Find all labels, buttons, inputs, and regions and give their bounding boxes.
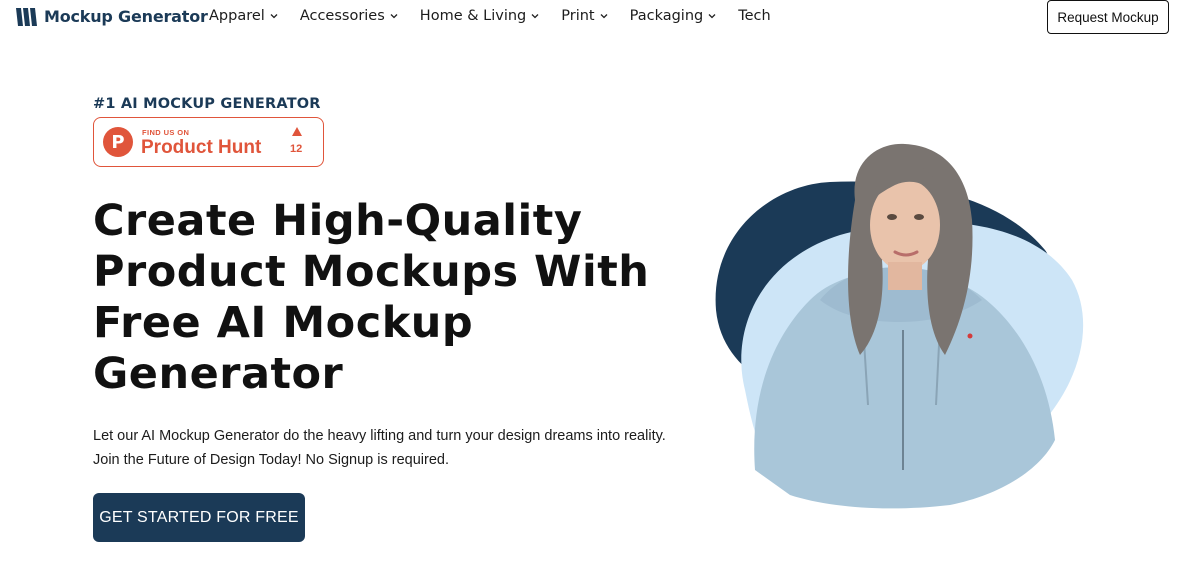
- chevron-down-icon: [531, 14, 539, 19]
- hero-image: [715, 143, 1084, 509]
- stripes-logo-icon: [16, 7, 37, 26]
- headline-line: Product Mockups With: [93, 247, 650, 297]
- nav-item-home-living[interactable]: Home & Living: [420, 8, 539, 24]
- chevron-down-icon: [390, 14, 398, 19]
- main-menu: Apparel Accessories Home & Living Print …: [209, 8, 793, 24]
- hero-subtext: Let our AI Mockup Generator do the heavy…: [93, 424, 693, 472]
- nav-item-label: Print: [561, 8, 595, 24]
- nav-item-apparel[interactable]: Apparel: [209, 8, 278, 24]
- nav-item-print[interactable]: Print: [561, 8, 608, 24]
- headline-line: Generator: [93, 349, 344, 399]
- product-hunt-name: Product Hunt: [141, 137, 262, 158]
- subtext-line: Let our AI Mockup Generator do the heavy…: [93, 428, 666, 444]
- headline-line: Create High-Quality: [93, 196, 583, 246]
- brand-name: Mockup Generator: [44, 7, 208, 26]
- nav-item-label: Apparel: [209, 8, 265, 24]
- top-nav: Mockup Generator Apparel Accessories Hom…: [0, 0, 1200, 36]
- nav-item-tech[interactable]: Tech: [738, 8, 770, 24]
- nav-item-label: Packaging: [629, 8, 704, 24]
- product-hunt-badge[interactable]: P FIND US ON Product Hunt 12: [93, 117, 324, 167]
- nav-item-label: Tech: [738, 8, 771, 24]
- get-started-button[interactable]: GET STARTED FOR FREE: [93, 493, 305, 542]
- request-mockup-button[interactable]: Request Mockup: [1047, 0, 1169, 34]
- upvote-arrow-icon: [292, 127, 302, 136]
- brand-logo[interactable]: Mockup Generator: [16, 7, 208, 26]
- hero-tagline: #1 AI MOCKUP GENERATOR: [93, 96, 321, 112]
- product-hunt-find-us: FIND US ON: [142, 128, 190, 137]
- nav-item-accessories[interactable]: Accessories: [300, 8, 398, 24]
- hero-headline: Create High-Quality Product Mockups With…: [93, 196, 673, 400]
- nav-item-label: Home & Living: [419, 8, 527, 24]
- chevron-down-icon: [270, 14, 278, 19]
- chevron-down-icon: [708, 14, 716, 19]
- headline-line: Free AI Mockup: [93, 298, 474, 348]
- chevron-down-icon: [600, 14, 608, 19]
- product-hunt-logo-icon: P: [103, 127, 133, 157]
- subtext-line: Join the Future of Design Today! No Sign…: [93, 452, 449, 468]
- upvote-count: 12: [290, 143, 303, 155]
- nav-item-label: Accessories: [299, 8, 385, 24]
- nav-item-packaging[interactable]: Packaging: [630, 8, 717, 24]
